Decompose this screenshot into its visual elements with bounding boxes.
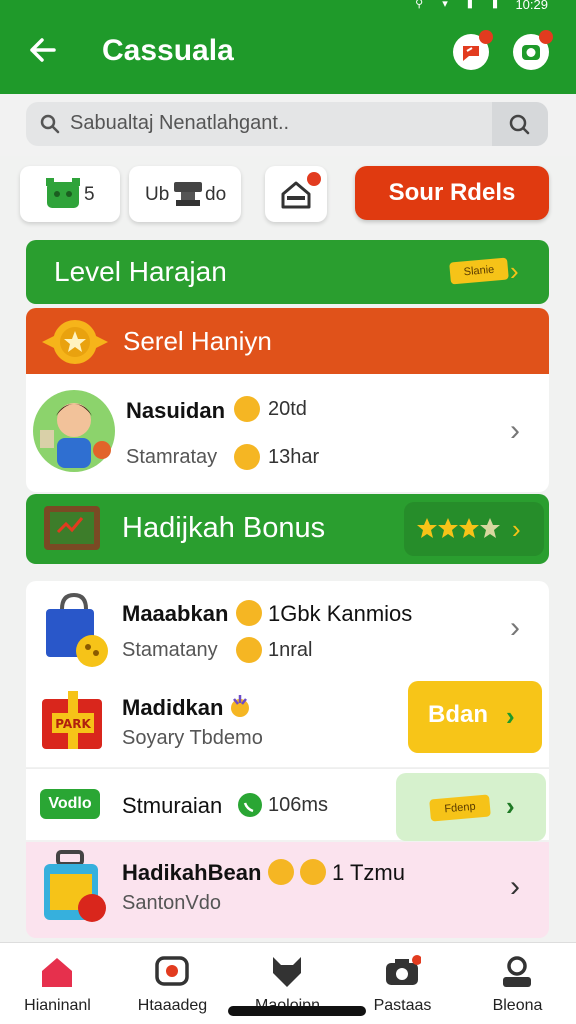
level-banner[interactable]: Level Harajan Slanie › — [26, 240, 549, 304]
row-title-suffix: 1Gbk Kanmios — [268, 601, 413, 626]
camera-alert-dot — [539, 30, 553, 44]
chevron-right-icon: › — [510, 611, 520, 644]
level-banner-title: Level Harajan — [54, 256, 227, 287]
chevron-right-icon: › — [512, 514, 521, 544]
row-sub: Stamatany — [122, 639, 218, 661]
search-icon — [40, 114, 60, 134]
chip-friends[interactable]: 5 — [20, 166, 120, 222]
chip-home-dot — [307, 172, 321, 186]
notifications-button[interactable] — [453, 30, 493, 70]
search-input[interactable]: Sabualtaj Nenatlahgant.. — [70, 112, 289, 135]
profile-sub-count: 13har — [268, 446, 320, 468]
status-icons: ⚲ ▾ ▮ ▮ — [415, 0, 506, 10]
search-button[interactable] — [492, 102, 548, 146]
profile-sub: Stamratay — [126, 446, 218, 468]
chevron-right-icon: › — [510, 870, 520, 903]
robot-icon — [46, 178, 80, 208]
status-bar: ⚲ ▾ ▮ ▮ 10:29 — [0, 0, 576, 12]
heart-eyes-icon — [268, 859, 294, 885]
row-badge: Vodlo — [40, 789, 100, 819]
chip-friends-count: 5 — [84, 184, 95, 205]
profile-name: Nasuidan — [126, 398, 226, 423]
smile-icon — [234, 396, 260, 422]
nav-label: Htaaadeg — [137, 997, 208, 1014]
chevron-right-icon: › — [506, 791, 515, 821]
gift-box-label: PARK — [55, 717, 91, 731]
list-item[interactable]: HadikahBean 1 Tzmu SantonVdo › — [26, 842, 549, 938]
list-item[interactable]: Vodlo Stmuraian 106ms Fdenp › — [26, 768, 549, 841]
search-area: Sabualtaj Nenatlahgant.. — [0, 94, 576, 156]
suitcase-icon — [44, 850, 106, 922]
row-sub: SantonVdo — [122, 892, 221, 914]
gift-box-icon: PARK — [42, 691, 102, 749]
offers-list: Maaabkan 1Gbk Kanmios Stamatany 1nral › … — [26, 581, 549, 767]
row-title: Maaabkan — [122, 601, 229, 626]
reward-panel[interactable]: Fdenp › — [396, 773, 546, 841]
nav-item-home[interactable]: Hianinanl — [0, 943, 115, 1024]
row-suffix: 106ms — [268, 794, 329, 816]
row-title: HadikahBean — [122, 860, 262, 885]
shopping-bag-icon — [46, 592, 108, 667]
chat-icon — [155, 956, 189, 986]
reward-tag: Fdenp — [429, 794, 491, 822]
back-arrow-icon — [30, 38, 56, 62]
row-title: Madidkan — [122, 695, 224, 720]
heart-eyes-icon — [236, 637, 262, 663]
nav-item-profile[interactable]: Bleona — [460, 943, 575, 1024]
medal-icon — [42, 320, 108, 364]
profile-icon — [503, 956, 531, 987]
chip-home[interactable] — [265, 166, 327, 222]
chevron-right-icon: › — [510, 414, 520, 447]
row-sub: Soyary Tbdemo — [122, 727, 263, 749]
avatar — [33, 390, 115, 472]
cta-button[interactable]: Sour Rdels — [355, 166, 549, 220]
home-indicator[interactable] — [228, 1006, 366, 1016]
profile-row[interactable]: Nasuidan 20td Stamratay 13har › — [26, 374, 549, 492]
sunglasses-icon — [300, 859, 326, 885]
camera-button[interactable] — [513, 30, 553, 70]
seasonal-banner-title: Serel Haniyn — [123, 326, 272, 356]
row-title-suffix: 1 Tzmu — [332, 860, 405, 885]
notification-dot — [479, 30, 493, 44]
level-tag: Slanie — [449, 257, 509, 285]
wolf-icon — [273, 957, 301, 987]
bonus-banner[interactable]: Hadijkah Bonus › — [26, 494, 549, 564]
wink-icon — [236, 600, 262, 626]
search-box[interactable]: Sabualtaj Nenatlahgant.. — [26, 102, 548, 146]
chip-market[interactable]: Ub do — [129, 166, 241, 222]
row-title: Stmuraian — [122, 793, 223, 818]
chip-market-right: do — [205, 184, 227, 205]
search-submit-icon — [509, 114, 530, 135]
nav-label: Bleona — [492, 997, 543, 1014]
rating-stars: › — [404, 502, 544, 556]
profile-count: 20td — [268, 398, 307, 420]
bonus-banner-title: Hadijkah Bonus — [122, 512, 326, 544]
seasonal-banner[interactable]: Serel Haniyn — [26, 308, 549, 374]
claim-button-label: Bdan — [428, 701, 488, 728]
whatsapp-icon — [238, 793, 262, 817]
nav-label: Hianinanl — [24, 997, 91, 1014]
chevron-right-icon: › — [510, 256, 519, 286]
status-time: 10:29 — [515, 0, 548, 12]
stars-icon — [417, 518, 500, 538]
app-bar: Cassuala — [0, 12, 576, 94]
chevron-right-icon: › — [506, 701, 515, 731]
party-icon — [231, 695, 249, 717]
camera-icon — [386, 955, 421, 985]
treasure-map-icon — [44, 506, 100, 550]
nav-item-messages[interactable]: Htaaadeg — [115, 943, 230, 1024]
heart-eyes-icon — [234, 444, 260, 470]
claim-button[interactable]: Bdan › — [408, 681, 542, 753]
home-icon — [42, 958, 72, 987]
back-button[interactable] — [24, 32, 64, 72]
page-title: Cassuala — [102, 34, 234, 67]
chip-market-left: Ub — [145, 184, 170, 205]
row-sub-suffix: 1nral — [268, 639, 313, 661]
anvil-icon — [174, 182, 202, 206]
